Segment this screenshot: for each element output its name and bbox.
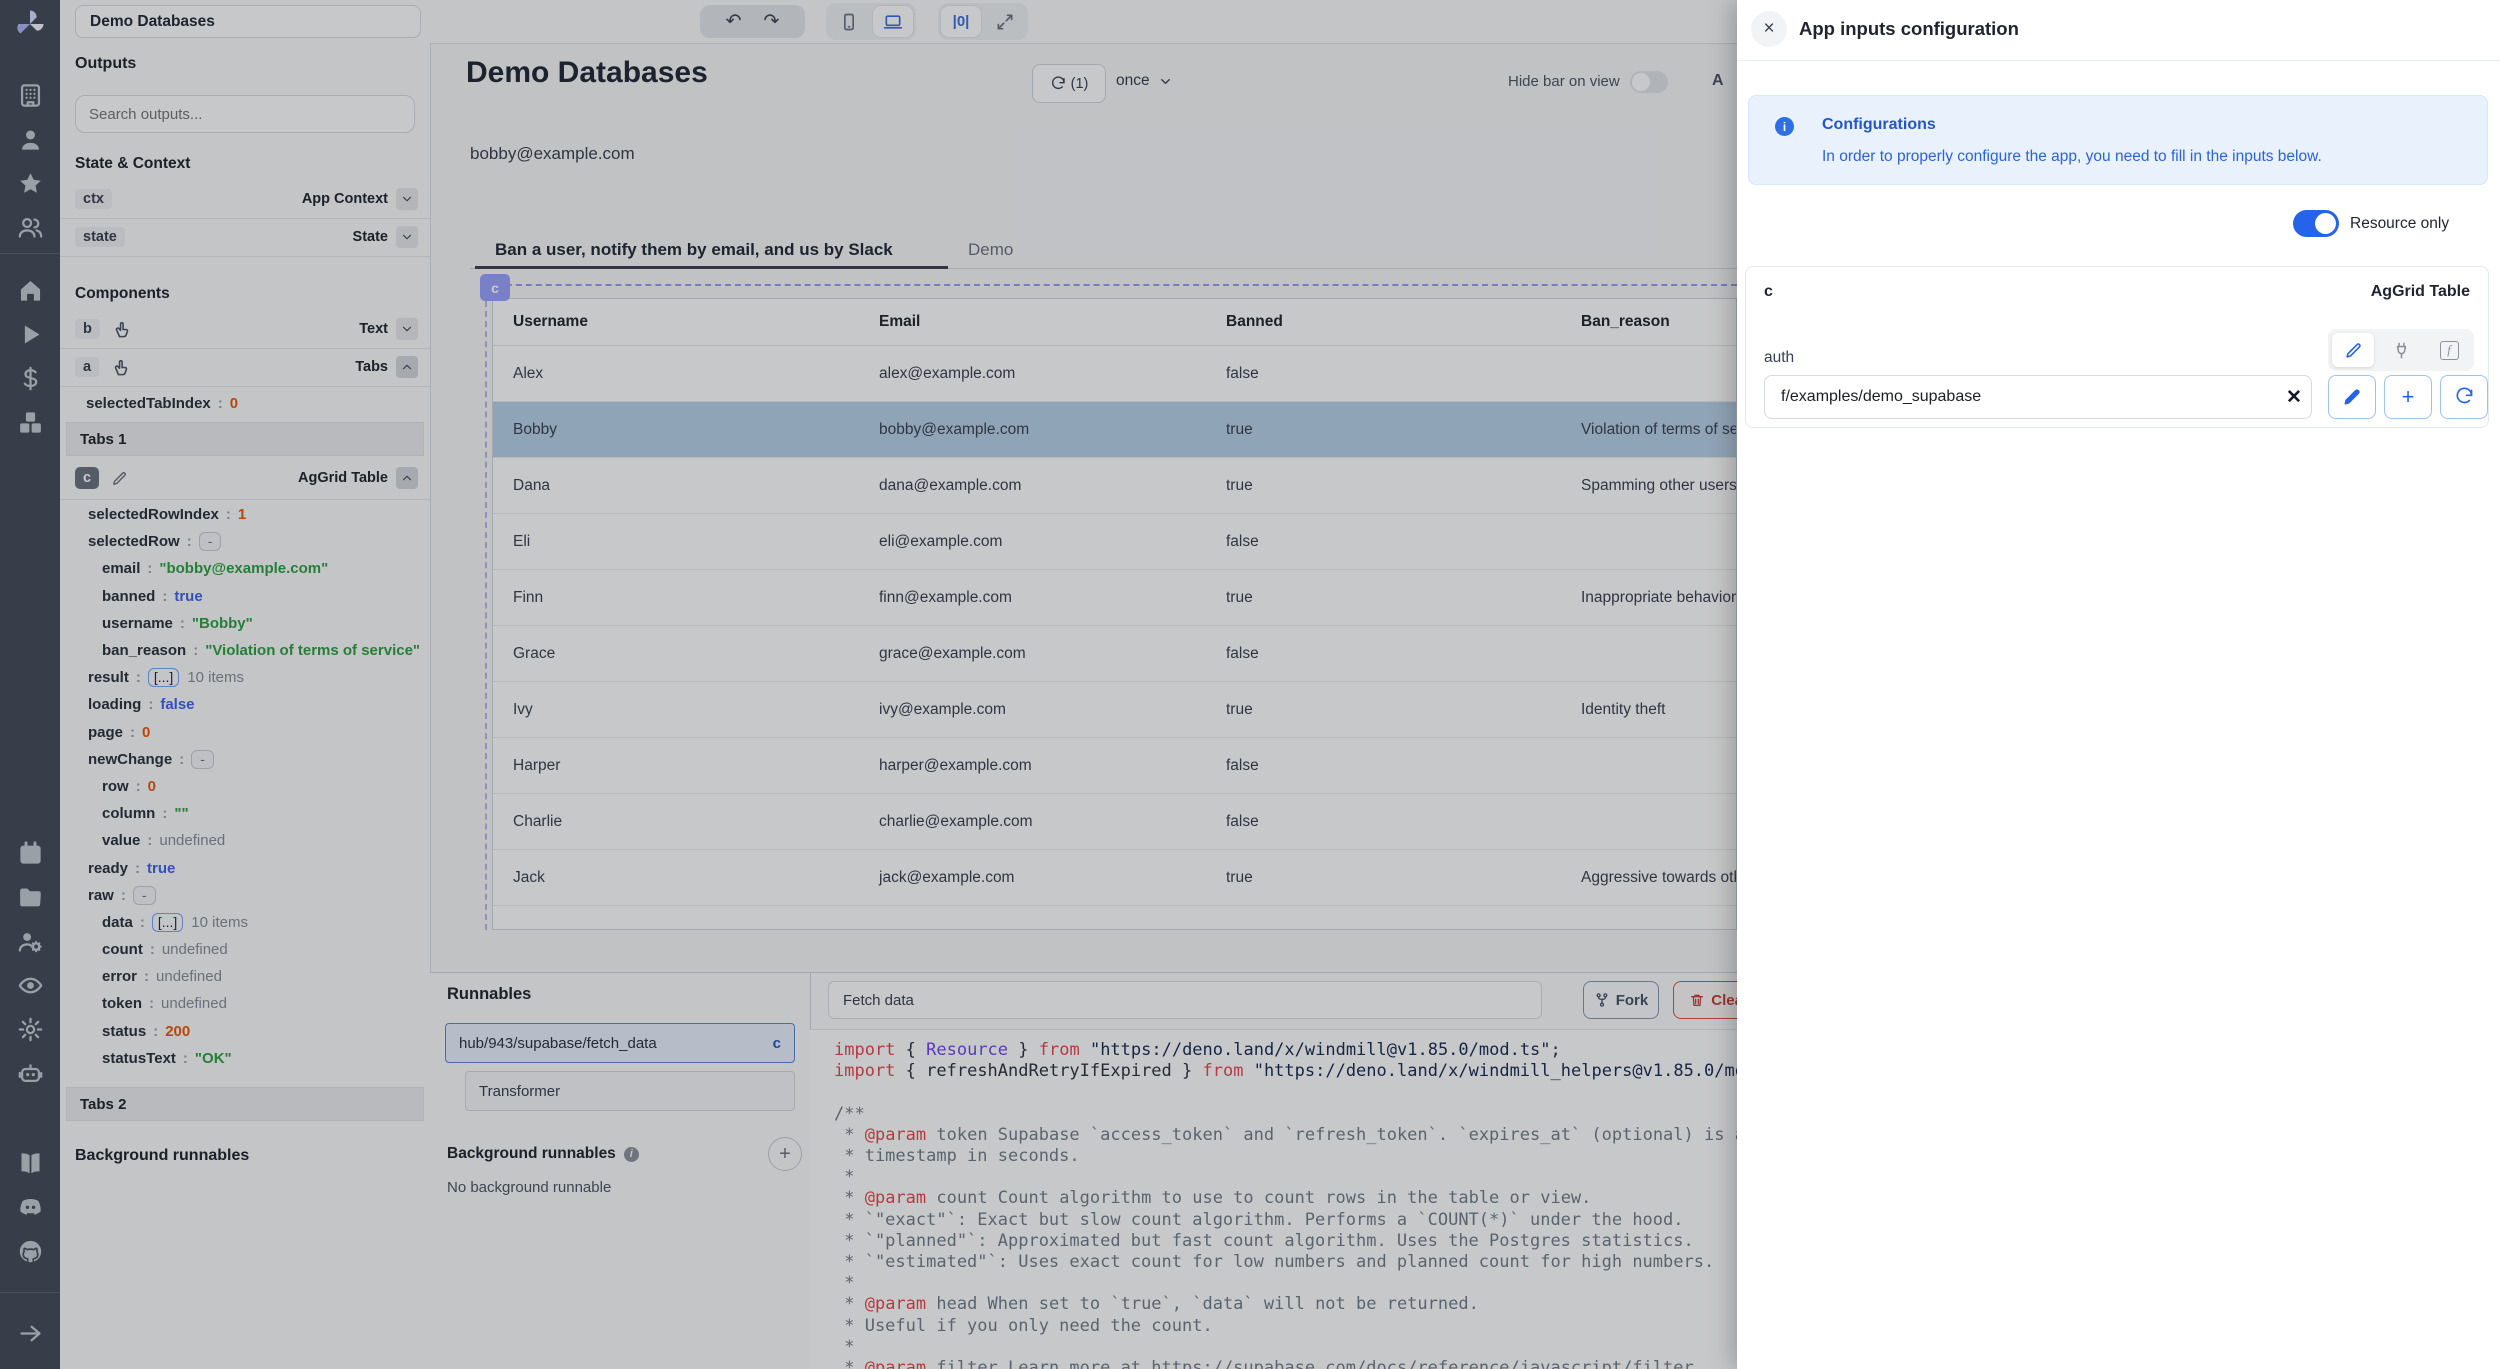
input-mode-segmented-control: f	[2328, 329, 2474, 371]
pencil-icon	[2344, 341, 2363, 360]
app-root: ↶ ↷ |0| Outputs State & Context ctx A	[0, 0, 2500, 1369]
clear-value-icon[interactable]: ✕	[2286, 386, 2302, 409]
rotate-icon	[2454, 387, 2474, 407]
add-resource-button[interactable]: +	[2384, 375, 2432, 419]
card-component-id: c	[1764, 283, 1773, 301]
connect-mode-option[interactable]	[2380, 333, 2422, 367]
info-title: Configurations	[1822, 116, 1936, 134]
auth-resource-input[interactable]	[1764, 375, 2312, 419]
app-inputs-drawer: × App inputs configuration i Configurati…	[1737, 0, 2500, 1369]
configurations-info-box: i Configurations In order to properly co…	[1748, 95, 2488, 185]
pencil-filled-icon	[2342, 387, 2362, 407]
plus-icon: +	[2402, 386, 2415, 408]
drawer-title: App inputs configuration	[1799, 18, 2019, 40]
resource-only-toggle[interactable]	[2293, 210, 2339, 237]
refresh-resource-button[interactable]	[2440, 375, 2488, 419]
static-mode-option[interactable]	[2332, 333, 2374, 367]
plug-icon	[2392, 341, 2411, 360]
resource-only-label: Resource only	[2350, 215, 2449, 233]
function-icon: f	[2440, 341, 2459, 360]
drawer-header: × App inputs configuration	[1737, 0, 2500, 61]
card-component-type: AgGrid Table	[2371, 283, 2470, 301]
component-input-card: c AgGrid Table auth f ✕ +	[1745, 266, 2489, 428]
auth-field-label: auth	[1764, 349, 1794, 367]
info-body: In order to properly configure the app, …	[1822, 148, 2322, 166]
drawer-backdrop[interactable]	[0, 0, 1737, 1369]
close-icon[interactable]: ×	[1751, 11, 1787, 47]
eval-mode-option[interactable]: f	[2428, 333, 2470, 367]
info-circle-icon: i	[1775, 117, 1794, 136]
edit-resource-button[interactable]	[2328, 375, 2376, 419]
